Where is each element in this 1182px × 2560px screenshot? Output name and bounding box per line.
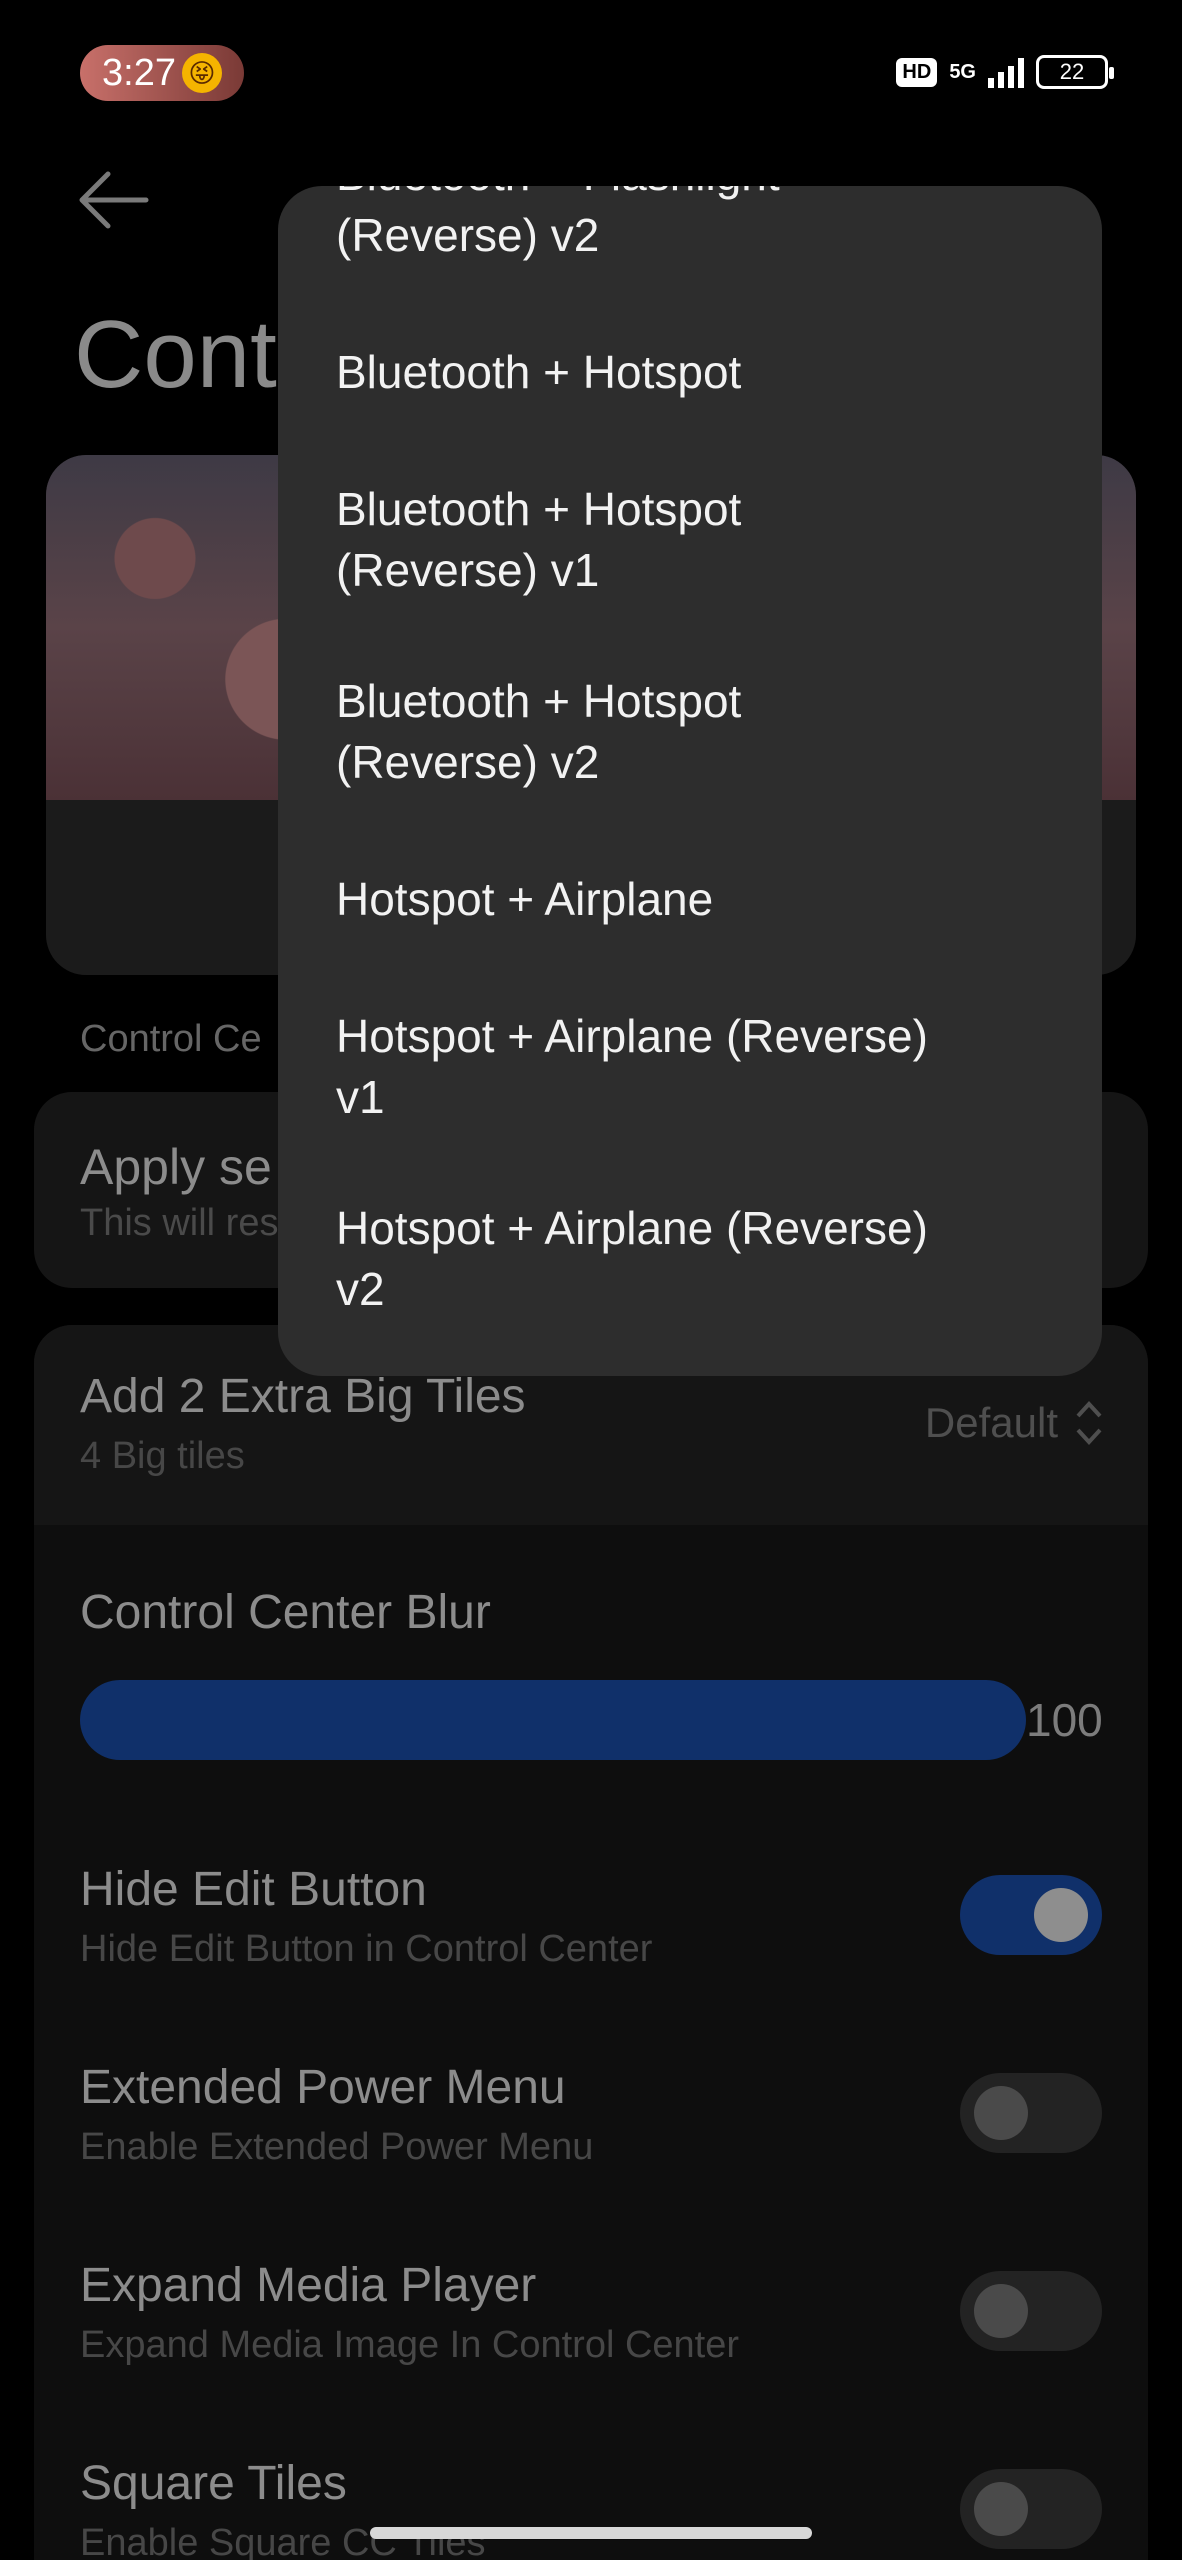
toggle-knob — [1034, 1888, 1088, 1942]
menu-item-line2: v1 — [336, 1071, 385, 1123]
toggle-knob — [974, 2482, 1028, 2536]
menu-item[interactable]: Hotspot + Airplane — [336, 869, 1056, 930]
menu-item-line2: (Reverse) v2 — [336, 736, 600, 788]
battery-level: 22 — [1059, 59, 1085, 84]
toggle-title: Expand Media Player — [80, 2259, 537, 2312]
apply-settings-title: Apply se — [80, 1139, 272, 1195]
big-tiles-subtitle: 4 Big tiles — [80, 1435, 245, 1477]
toggle-knob — [974, 2284, 1028, 2338]
time-pill[interactable]: 3:27 😝 — [80, 45, 244, 101]
toggle-title: Square Tiles — [80, 2457, 347, 2510]
back-arrow-icon[interactable] — [78, 170, 150, 230]
expand-media-player-toggle[interactable] — [960, 2271, 1102, 2351]
signal-icon — [988, 56, 1024, 88]
home-indicator[interactable] — [370, 2527, 812, 2539]
apply-settings-subtitle: This will res — [80, 1202, 279, 1244]
settings-card: Add 2 Extra Big Tiles 4 Big tiles Defaul… — [34, 1325, 1148, 2560]
hd-badge: HD — [896, 57, 938, 87]
menu-item-line1: Bluetooth + Flashlight — [336, 186, 1056, 205]
emoji-icon: 😝 — [181, 53, 222, 93]
page-title: Cont — [74, 301, 277, 408]
menu-item[interactable]: Hotspot + Airplane (Reverse) v1 — [336, 1006, 1056, 1128]
big-tiles-dropdown[interactable]: Default — [925, 1398, 1104, 1448]
blur-title: Control Center Blur — [80, 1586, 491, 1639]
menu-item-line2: (Reverse) v2 — [336, 209, 600, 261]
extended-power-menu-toggle[interactable] — [960, 2073, 1102, 2153]
status-icons: HD 5G 22 — [896, 55, 1114, 89]
menu-item-line1: Bluetooth + Hotspot — [336, 483, 742, 535]
blur-value: 100 — [1026, 1694, 1103, 1746]
chevron-up-down-icon — [1076, 1401, 1102, 1445]
square-tiles-toggle[interactable] — [960, 2469, 1102, 2549]
toggle-subtitle: Hide Edit Button in Control Center — [80, 1928, 653, 1970]
section-label: Control Ce — [80, 1018, 262, 1060]
status-bar: 3:27 😝 HD 5G 22 — [0, 0, 1182, 150]
menu-item[interactable]: Bluetooth + Hotspot (Reverse) v1 — [336, 479, 1056, 601]
blur-slider[interactable] — [80, 1680, 1026, 1760]
hide-edit-button-toggle[interactable] — [960, 1875, 1102, 1955]
big-tiles-value: Default — [924, 1399, 1058, 1446]
menu-item-line1: Bluetooth + Hotspot — [336, 675, 742, 727]
menu-item-line1: Hotspot + Airplane (Reverse) — [336, 1010, 928, 1062]
toggle-subtitle: Expand Media Image In Control Center — [80, 2324, 740, 2366]
menu-item-line1: Hotspot + Airplane — [336, 873, 714, 925]
toggle-knob — [974, 2086, 1028, 2140]
menu-item-line2: v2 — [336, 1263, 385, 1315]
toggle-title: Hide Edit Button — [80, 1863, 427, 1916]
menu-item[interactable]: Bluetooth + Flashlight (Reverse) v2 — [336, 186, 1056, 266]
status-time: 3:27 — [102, 51, 176, 94]
popup-menu: Bluetooth + Flashlight (Reverse) v2 Blue… — [278, 186, 1102, 1376]
menu-item[interactable]: Bluetooth + Hotspot (Reverse) v2 — [336, 671, 1056, 793]
network-type: 5G — [949, 61, 976, 83]
toggle-title: Extended Power Menu — [80, 2061, 566, 2114]
menu-item[interactable]: Bluetooth + Hotspot — [336, 342, 1056, 403]
toggle-subtitle: Enable Extended Power Menu — [80, 2126, 594, 2168]
battery-icon: 22 — [1036, 55, 1114, 89]
menu-item[interactable]: Hotspot + Airplane (Reverse) v2 — [336, 1198, 1056, 1320]
menu-item-line1: Bluetooth + Hotspot — [336, 346, 742, 398]
menu-item-line1: Hotspot + Airplane (Reverse) — [336, 1202, 928, 1254]
big-tiles-title: Add 2 Extra Big Tiles — [80, 1370, 526, 1423]
menu-item-line2: (Reverse) v1 — [336, 544, 600, 596]
